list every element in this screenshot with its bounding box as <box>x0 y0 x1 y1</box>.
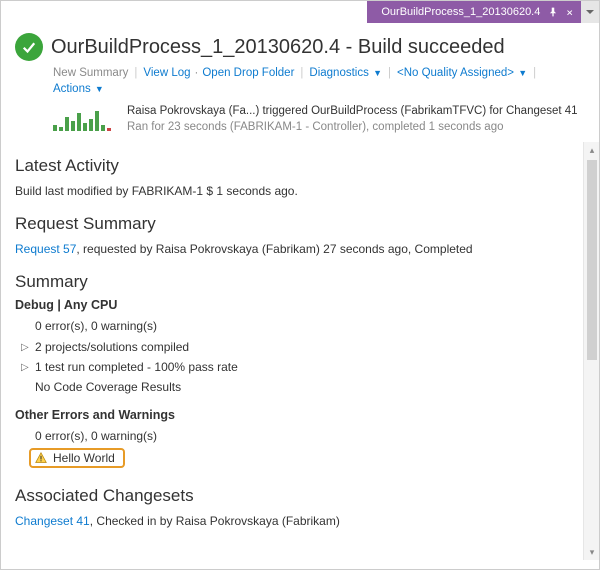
request-rest: , requested by Raisa Pokrovskaya (Fabrik… <box>76 242 472 256</box>
changesets-heading: Associated Changesets <box>15 486 585 506</box>
build-header: OurBuildProcess_1_20130620.4 - Build suc… <box>1 23 599 142</box>
summary-list: 0 error(s), 0 warning(s) ▷2 projects/sol… <box>21 316 585 398</box>
active-tab[interactable]: OurBuildProcess_1_20130620.4 × <box>367 1 581 23</box>
build-history-sparkline[interactable] <box>53 103 117 131</box>
summary-item-errors: 0 error(s), 0 warning(s) <box>21 316 585 336</box>
actions-dropdown[interactable]: Actions ▼ <box>53 83 104 95</box>
changeset-link[interactable]: Changeset 41 <box>15 514 90 528</box>
scroll-thumb[interactable] <box>587 160 597 360</box>
other-errors-heading: Other Errors and Warnings <box>15 408 585 422</box>
new-summary-label: New Summary <box>53 67 128 79</box>
summary-item-compiled: ▷2 projects/solutions compiled <box>21 337 585 357</box>
tab-title: OurBuildProcess_1_20130620.4 <box>381 6 540 18</box>
expander-icon[interactable]: ▷ <box>21 339 29 356</box>
success-icon <box>15 33 43 61</box>
trigger-info: Raisa Pokrovskaya (Fa...) triggered OurB… <box>127 103 578 135</box>
request-link[interactable]: Request 57 <box>15 242 76 256</box>
summary-item-tests: ▷1 test run completed - 100% pass rate <box>21 357 585 377</box>
latest-activity-heading: Latest Activity <box>15 156 585 176</box>
page-title: OurBuildProcess_1_20130620.4 - Build suc… <box>51 36 505 59</box>
request-summary-heading: Request Summary <box>15 214 585 234</box>
view-log-link[interactable]: View Log <box>143 67 190 79</box>
link-bar: New Summary | View Log · Open Drop Folde… <box>53 67 585 95</box>
warning-icon <box>35 452 47 464</box>
close-icon[interactable]: × <box>566 6 573 19</box>
other-errors-count: 0 error(s), 0 warning(s) <box>21 426 585 446</box>
content-pane: Latest Activity Build last modified by F… <box>1 142 599 560</box>
tab-bar: OurBuildProcess_1_20130620.4 × <box>1 1 599 23</box>
trigger-line1: Raisa Pokrovskaya (Fa...) triggered OurB… <box>127 103 578 119</box>
chevron-down-icon <box>586 8 594 16</box>
hello-world-message: Hello World <box>29 448 125 468</box>
pin-icon[interactable] <box>548 7 558 17</box>
hello-world-text: Hello World <box>53 451 115 465</box>
diagnostics-dropdown[interactable]: Diagnostics ▼ <box>309 67 382 79</box>
trigger-line2: Ran for 23 seconds (FABRIKAM-1 - Control… <box>127 119 578 135</box>
open-drop-link[interactable]: Open Drop Folder <box>202 67 294 79</box>
summary-item-coverage: No Code Coverage Results <box>21 377 585 397</box>
vertical-scrollbar[interactable]: ▴ ▾ <box>583 142 599 560</box>
quality-dropdown[interactable]: <No Quality Assigned> ▼ <box>397 67 527 79</box>
scroll-up-icon[interactable]: ▴ <box>584 142 599 158</box>
scroll-down-icon[interactable]: ▾ <box>584 544 599 560</box>
summary-heading: Summary <box>15 272 585 292</box>
build-config: Debug | Any CPU <box>15 298 585 312</box>
changeset-rest: , Checked in by Raisa Pokrovskaya (Fabri… <box>90 514 340 528</box>
expander-icon[interactable]: ▷ <box>21 359 29 376</box>
latest-activity-text: Build last modified by FABRIKAM-1 $ 1 se… <box>15 182 585 200</box>
tab-overflow-button[interactable] <box>581 1 599 23</box>
